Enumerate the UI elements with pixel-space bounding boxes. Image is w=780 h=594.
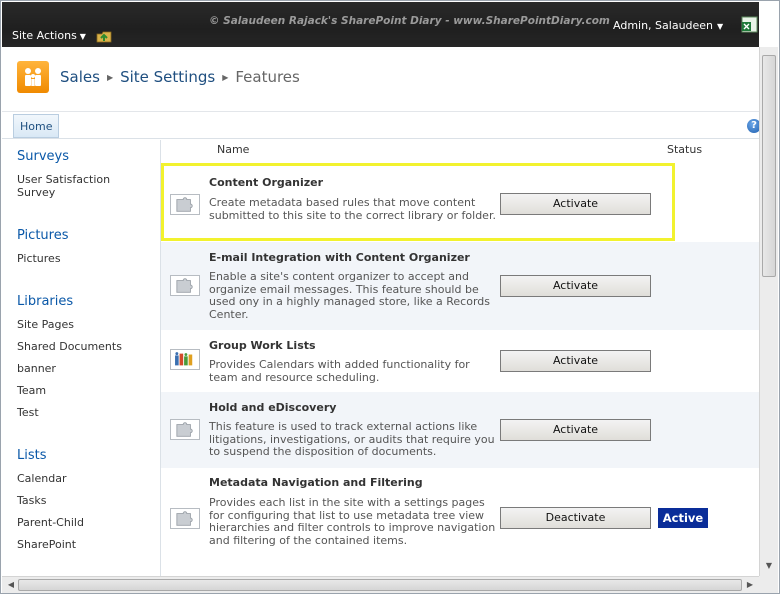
chevron-down-icon: ▼ xyxy=(717,22,724,31)
breadcrumb-site-link[interactable]: Sales xyxy=(60,68,100,86)
excel-icon[interactable] xyxy=(741,16,758,33)
features-list: Name Status Content Organizer Create met… xyxy=(161,140,759,576)
feature-row: Content Organizer Create metadata based … xyxy=(161,164,759,242)
feature-title: E-mail Integration with Content Organize… xyxy=(209,251,470,264)
feature-title: Metadata Navigation and Filtering xyxy=(209,476,423,489)
feature-puzzle-icon xyxy=(170,194,200,215)
feature-row: E-mail Integration with Content Organize… xyxy=(161,242,759,330)
feature-title: Content Organizer xyxy=(209,176,324,189)
people-icon xyxy=(25,68,41,86)
scroll-right-icon[interactable]: ▶ xyxy=(743,578,757,592)
top-navigation: Home ? xyxy=(2,112,761,139)
page-title: Features xyxy=(235,68,300,86)
watermark-text: © Salaudeen Rajack's SharePoint Diary - … xyxy=(209,15,610,27)
nav-heading-libraries[interactable]: Libraries xyxy=(17,294,73,309)
breadcrumb-separator-icon: ▶ xyxy=(106,73,114,82)
ribbon-bar: Site Actions ▼ © Salaudeen Rajack's Share… xyxy=(2,2,759,47)
feature-row: Hold and eDiscovery This feature is used… xyxy=(161,392,759,468)
feature-puzzle-icon xyxy=(170,275,200,296)
nav-link-team[interactable]: Team xyxy=(17,384,46,397)
feature-description: Enable a site's content organizer to acc… xyxy=(209,270,491,321)
site-logo-icon[interactable] xyxy=(17,61,49,93)
nav-link-site-pages[interactable]: Site Pages xyxy=(17,318,74,331)
column-header-status[interactable]: Status xyxy=(667,143,702,156)
nav-link-sharepoint[interactable]: SharePoint xyxy=(17,538,76,551)
user-name: Admin, Salaudeen xyxy=(613,19,714,32)
column-header-name[interactable]: Name xyxy=(217,143,249,156)
nav-link-parent-child[interactable]: Parent-Child xyxy=(17,516,84,529)
breadcrumb-separator-icon: ▶ xyxy=(222,73,229,82)
nav-link-banner[interactable]: banner xyxy=(17,362,56,375)
nav-link-tasks[interactable]: Tasks xyxy=(17,494,46,507)
user-menu[interactable]: Admin, Salaudeen ▼ xyxy=(613,19,723,32)
nav-link-user-satisfaction-survey[interactable]: User Satisfaction Survey xyxy=(17,173,127,199)
activate-button[interactable]: Activate xyxy=(500,275,651,297)
site-actions-menu[interactable]: Site Actions ▼ xyxy=(12,29,86,42)
feature-description: Provides Calendars with added functional… xyxy=(209,358,470,384)
scrollbar-thumb[interactable] xyxy=(762,55,776,277)
feature-puzzle-icon xyxy=(170,508,200,529)
navigate-up-icon[interactable] xyxy=(96,29,112,43)
nav-link-pictures[interactable]: Pictures xyxy=(17,252,61,265)
breadcrumb: Sales ▶ Site Settings ▶ Features xyxy=(60,68,300,86)
feature-title: Group Work Lists xyxy=(209,339,316,352)
chevron-down-icon: ▼ xyxy=(79,32,86,41)
scrollbar-corner xyxy=(759,576,778,593)
activate-button[interactable]: Activate xyxy=(500,350,651,372)
feature-description: Provides each list in the site with a se… xyxy=(209,496,496,547)
horizontal-scrollbar[interactable]: ◀ ▶ xyxy=(2,576,759,593)
vertical-scrollbar[interactable]: ▼ xyxy=(759,47,778,577)
nav-heading-lists[interactable]: Lists xyxy=(17,448,47,463)
nav-heading-surveys[interactable]: Surveys xyxy=(17,149,69,164)
feature-row: Metadata Navigation and Filtering Provid… xyxy=(161,468,759,570)
feature-title: Hold and eDiscovery xyxy=(209,401,337,414)
status-badge: Active xyxy=(658,508,708,528)
title-area: Sales ▶ Site Settings ▶ Features xyxy=(2,47,759,112)
group-work-icon xyxy=(170,349,200,370)
scroll-down-icon[interactable]: ▼ xyxy=(762,559,776,573)
deactivate-button[interactable]: Deactivate xyxy=(500,507,651,529)
nav-link-calendar[interactable]: Calendar xyxy=(17,472,66,485)
nav-link-test[interactable]: Test xyxy=(17,406,39,419)
nav-heading-pictures[interactable]: Pictures xyxy=(17,228,68,243)
scroll-left-icon[interactable]: ◀ xyxy=(4,578,18,592)
scrollbar-thumb[interactable] xyxy=(18,579,742,591)
tab-home[interactable]: Home xyxy=(13,114,60,138)
activate-button[interactable]: Activate xyxy=(500,193,651,215)
feature-description: This feature is used to track external a… xyxy=(209,420,495,459)
feature-row: Group Work Lists Provides Calendars with… xyxy=(161,330,759,392)
quick-launch: Surveys User Satisfaction Survey Picture… xyxy=(2,140,161,576)
breadcrumb-site-settings-link[interactable]: Site Settings xyxy=(120,68,215,86)
nav-link-shared-documents[interactable]: Shared Documents xyxy=(17,340,122,353)
feature-puzzle-icon xyxy=(170,419,200,440)
site-actions-label: Site Actions xyxy=(12,29,77,42)
browser-frame: Site Actions ▼ © Salaudeen Rajack's Share… xyxy=(0,0,780,594)
feature-description: Create metadata based rules that move co… xyxy=(209,196,496,222)
activate-button[interactable]: Activate xyxy=(500,419,651,441)
